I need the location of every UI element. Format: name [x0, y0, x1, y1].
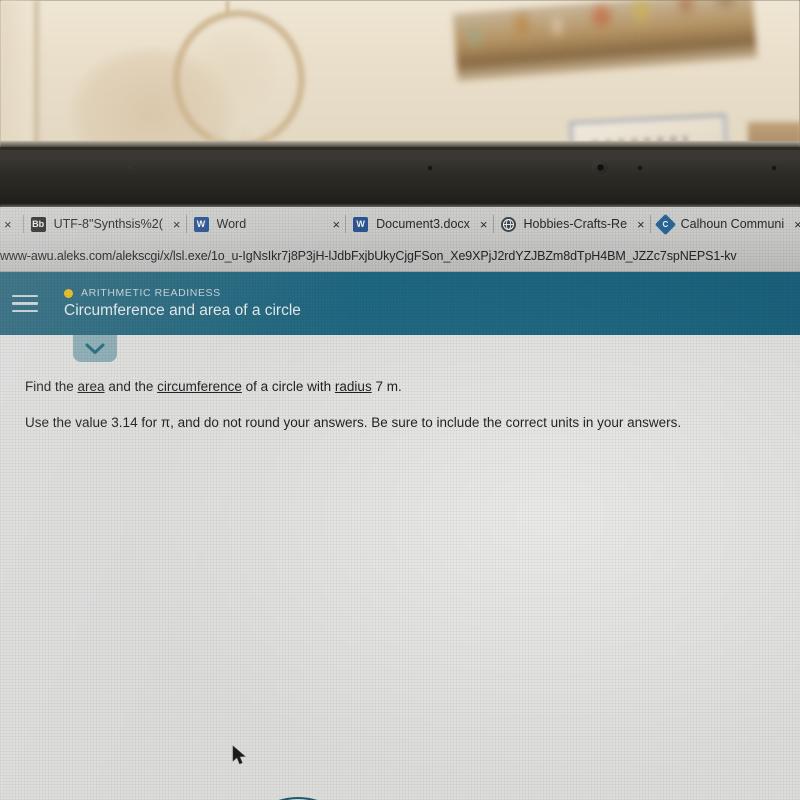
tab-divider: [185, 215, 187, 233]
question-prompt: Find the area and the circumference of a…: [25, 379, 402, 394]
tab-title: Hobbies-Crafts-Re: [523, 217, 628, 231]
page-title: Circumference and area of a circle: [64, 302, 301, 319]
room-door-trim: [34, 0, 39, 150]
browser-address-bar[interactable]: www-awu.aleks.com/alekscgi/x/lsl.exe/1o_…: [0, 241, 800, 272]
tab-divider: [492, 215, 494, 233]
tab-title: UTF-8"Synthsis%2(: [53, 217, 163, 231]
tab-close-icon[interactable]: ×: [480, 217, 488, 232]
question-text-part: of a circle with: [241, 379, 335, 394]
circle-diagram: [278, 796, 318, 800]
browser-tab[interactable]: W Document3.docx ×: [353, 207, 488, 241]
photo-of-laptop-screen: × Bb UTF-8"Synthsis%2( × W Word × W Docu…: [0, 0, 800, 800]
glossary-link-radius[interactable]: radius: [335, 379, 372, 394]
tab-close-icon[interactable]: ×: [173, 217, 181, 232]
bezel-sheen: [0, 150, 800, 176]
browser-tab[interactable]: C Calhoun Communi ×: [654, 207, 800, 241]
status-dot-icon: [64, 288, 73, 298]
mouse-pointer-icon: [232, 745, 246, 765]
collapse-header-button[interactable]: [73, 335, 117, 362]
tab-divider: [345, 215, 347, 233]
course-section-label: ARITHMETIC READINESS: [81, 287, 221, 299]
tab-close-icon[interactable]: ×: [0, 217, 18, 232]
browser-tab-strip: × Bb UTF-8"Synthsis%2( × W Word × W Docu…: [0, 207, 800, 242]
tab-close-icon[interactable]: ×: [333, 217, 341, 232]
exercise-content: Find the area and the circumference of a…: [0, 335, 800, 800]
tab-title: Document3.docx: [376, 217, 470, 231]
browser-tab[interactable]: Bb UTF-8"Synthsis%2( ×: [30, 207, 181, 241]
chevron-down-icon: [85, 343, 105, 354]
globe-icon: [500, 216, 516, 232]
browser-tab[interactable]: Hobbies-Crafts-Re ×: [500, 207, 645, 241]
glossary-link-area[interactable]: area: [78, 379, 105, 394]
webcam-indicator-light: [638, 166, 642, 170]
glossary-link-circumference[interactable]: circumference: [157, 379, 242, 394]
tab-divider: [649, 215, 651, 233]
bezel-dot: [128, 166, 131, 169]
tab-close-icon[interactable]: ×: [637, 217, 645, 232]
word-icon: W: [193, 216, 209, 232]
address-bar-url: www-awu.aleks.com/alekscgi/x/lsl.exe/1o_…: [0, 249, 737, 263]
tab-title: Word: [216, 217, 247, 231]
app-header-text: ARITHMETIC READINESS Circumference and a…: [64, 287, 800, 320]
question-text-part: and the: [104, 379, 158, 394]
webcam-lens: [597, 164, 604, 171]
question-text-part: Find the: [25, 379, 78, 394]
word-icon: W: [353, 216, 369, 232]
tab-divider: [22, 215, 24, 233]
microphone-hole: [772, 166, 776, 170]
question-instructions: Use the value 3.14 for π, and do not rou…: [25, 415, 682, 430]
browser-tab[interactable]: W Word ×: [193, 207, 341, 241]
breadcrumb: ARITHMETIC READINESS: [64, 287, 800, 299]
tab-close-icon[interactable]: ×: [794, 217, 800, 232]
microphone-hole: [428, 166, 432, 170]
laptop-screen: × Bb UTF-8"Synthsis%2( × W Word × W Docu…: [0, 207, 800, 800]
app-header: ARITHMETIC READINESS Circumference and a…: [0, 272, 800, 335]
diamond-icon: C: [654, 213, 676, 235]
dreamcatcher-web: [190, 30, 274, 116]
question-text-part: 7 m.: [371, 379, 402, 394]
hamburger-icon[interactable]: [12, 290, 38, 318]
blackboard-icon: Bb: [30, 216, 46, 232]
tab-title: Calhoun Communi: [680, 217, 785, 231]
